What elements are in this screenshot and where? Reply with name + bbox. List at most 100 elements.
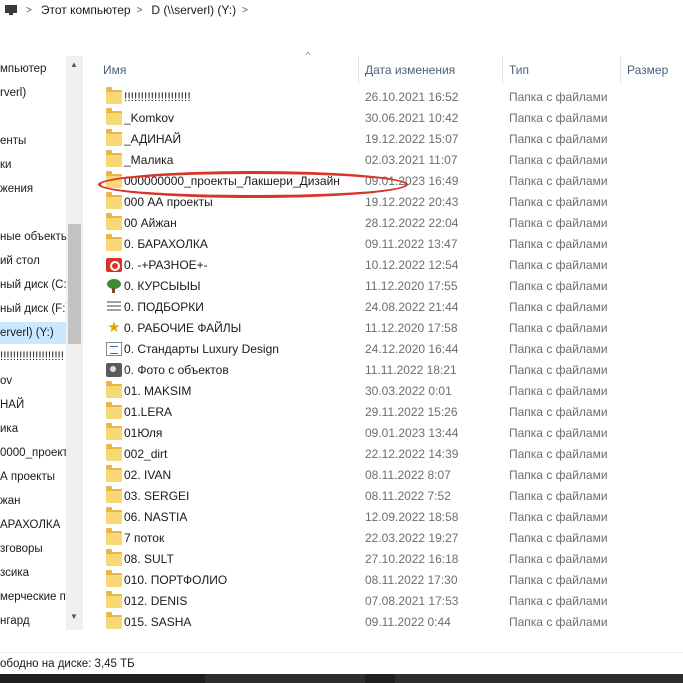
file-type: Папка с файлами: [509, 342, 608, 356]
nav-item[interactable]: ные объекты: [0, 226, 69, 248]
file-row[interactable]: 000000000_проекты_Лакшери_Дизайн 09.01.20…: [84, 171, 683, 192]
file-name: 012. DENIS: [124, 594, 188, 608]
file-date: 12.09.2022 18:58: [365, 510, 459, 524]
breadcrumb-this-pc[interactable]: Этот компьютер: [41, 3, 131, 17]
nav-item[interactable]: ный диск (C:: [0, 274, 67, 296]
file-type: Папка с файлами: [509, 489, 608, 503]
list-icon: [106, 300, 122, 314]
nav-item[interactable]: жан: [0, 490, 20, 512]
file-list[interactable]: !!!!!!!!!!!!!!!!!!!! 26.10.2021 16:52 Папк…: [84, 87, 683, 630]
file-type: Папка с файлами: [509, 300, 608, 314]
column-type[interactable]: Тип: [503, 56, 621, 84]
file-row[interactable]: 002_dirt 22.12.2022 14:39 Папка с файлами: [84, 444, 683, 465]
file-name: 06. NASTIA: [124, 510, 188, 524]
file-name: 03. SERGEI: [124, 489, 190, 503]
file-row[interactable]: 0. Фото с объектов 11.11.2022 18:21 Папка …: [84, 360, 683, 381]
file-date: 26.10.2021 16:52: [365, 90, 459, 104]
column-name[interactable]: Имя: [84, 56, 359, 84]
nav-item[interactable]: !!!!!!!!!!!!!!!!!!!!: [0, 346, 64, 368]
file-type: Папка с файлами: [509, 174, 608, 188]
file-row[interactable]: 01. MAKSIM 30.03.2022 0:01 Папка с файлами: [84, 381, 683, 402]
file-row[interactable]: _АДИНАЙ 19.12.2022 15:07 Папка с файлами: [84, 129, 683, 150]
folder-icon: [106, 570, 122, 587]
file-type: Папка с файлами: [509, 258, 608, 272]
folder-icon: [106, 528, 122, 545]
file-date: 09.01.2023 13:44: [365, 426, 459, 440]
file-row[interactable]: 06. NASTIA 12.09.2022 18:58 Папка с файлам…: [84, 507, 683, 528]
file-name: 000000000_проекты_Лакшери_Дизайн: [124, 174, 340, 188]
file-row[interactable]: 015. SASHA 09.11.2022 0:44 Папка с файлами: [84, 612, 683, 630]
file-row[interactable]: 0. -+РАЗНОЕ+- 10.12.2022 12:54 Папка с фай…: [84, 255, 683, 276]
file-row[interactable]: 01.LERA 29.11.2022 15:26 Папка с файлами: [84, 402, 683, 423]
nav-scrollbar[interactable]: ▲ ▼: [66, 56, 83, 630]
nav-item[interactable]: жения: [0, 178, 33, 200]
file-row[interactable]: 08. SULT 27.10.2022 16:18 Папка с файлами: [84, 549, 683, 570]
file-row[interactable]: _Komkov 30.06.2021 10:42 Папка с файлами: [84, 108, 683, 129]
file-row[interactable]: 0. КУРСЫЫЫ 11.12.2020 17:55 Папка с файлам…: [84, 276, 683, 297]
file-row[interactable]: 0. ПОДБОРКИ 24.08.2022 21:44 Папка с файла…: [84, 297, 683, 318]
nav-item[interactable]: erverl) (Y:): [0, 322, 66, 344]
file-row[interactable]: 0. Стандарты Luxury Design 24.12.2020 16:…: [84, 339, 683, 360]
file-type: Папка с файлами: [509, 384, 608, 398]
nav-item[interactable]: ика: [0, 418, 18, 440]
file-row[interactable]: 7 поток 22.03.2022 19:27 Папка с файлами: [84, 528, 683, 549]
nav-item[interactable]: АРАХОЛКА: [0, 514, 60, 536]
folder-icon: [106, 171, 122, 188]
nav-item[interactable]: нгард: [0, 610, 30, 630]
file-name: 7 поток: [124, 531, 165, 545]
file-row[interactable]: !!!!!!!!!!!!!!!!!!!! 26.10.2021 16:52 Папк…: [84, 87, 683, 108]
nav-item[interactable]: НАЙ: [0, 394, 24, 416]
file-row[interactable]: 00 Айжан 28.12.2022 22:04 Папка с файлами: [84, 213, 683, 234]
column-size[interactable]: Размер: [621, 56, 683, 84]
nav-item[interactable]: мерческие пр: [0, 586, 72, 608]
file-type: Папка с файлами: [509, 237, 608, 251]
chevron-right-icon[interactable]: >: [26, 5, 32, 16]
file-row[interactable]: 01Юля 09.01.2023 13:44 Папка с файлами: [84, 423, 683, 444]
chevron-right-icon[interactable]: >: [242, 5, 248, 16]
taskbar[interactable]: [0, 674, 683, 683]
file-name: 01Юля: [124, 426, 163, 440]
file-date: 11.11.2022 18:21: [365, 363, 457, 377]
file-row[interactable]: 010. ПОРТФОЛИО 08.11.2022 17:30 Папка с фа…: [84, 570, 683, 591]
file-name: 0. Стандарты Luxury Design: [124, 342, 279, 356]
nav-item[interactable]: rverl): [0, 82, 26, 104]
folder-icon: [106, 507, 122, 524]
file-date: 19.12.2022 20:43: [365, 195, 459, 209]
file-date: 11.12.2020 17:55: [365, 279, 458, 293]
file-row[interactable]: 02. IVAN 08.11.2022 8:07 Папка с файлами: [84, 465, 683, 486]
nav-item[interactable]: ки: [0, 154, 11, 176]
chevron-right-icon[interactable]: >: [137, 5, 143, 16]
file-row[interactable]: 0. БАРАХОЛКА 09.11.2022 13:47 Папка с файл…: [84, 234, 683, 255]
file-row[interactable]: _Малика 02.03.2021 11:07 Папка с файлами: [84, 150, 683, 171]
taskbar-button[interactable]: [395, 674, 683, 683]
nav-item[interactable]: зговоры: [0, 538, 43, 560]
nav-item[interactable]: 0000_проекть: [0, 442, 74, 464]
file-date: 10.12.2022 12:54: [365, 258, 459, 272]
scroll-thumb[interactable]: [68, 224, 81, 344]
breadcrumb-drive[interactable]: D (\\serverl) (Y:): [151, 3, 236, 17]
file-row[interactable]: 000 АА проекты 19.12.2022 20:43 Папка с фа…: [84, 192, 683, 213]
file-row[interactable]: 03. SERGEI 08.11.2022 7:52 Папка с файлами: [84, 486, 683, 507]
nav-item[interactable]: мпьютер: [0, 58, 46, 80]
file-type: Папка с файлами: [509, 447, 608, 461]
address-bar[interactable]: > Этот компьютер > D (\\serverl) (Y:) >: [0, 0, 683, 20]
file-type: Папка с файлами: [509, 573, 608, 587]
nav-item[interactable]: ий стол: [0, 250, 40, 272]
file-date: 09.11.2022 0:44: [365, 615, 451, 629]
file-row[interactable]: ★ 0. РАБОЧИЕ ФАЙЛЫ 11.12.2020 17:58 Папка с…: [84, 318, 683, 339]
nav-item[interactable]: ov: [0, 370, 12, 392]
file-name: _АДИНАЙ: [124, 132, 182, 146]
nav-item[interactable]: енты: [0, 130, 26, 152]
file-name: 01. MAKSIM: [124, 384, 192, 398]
taskbar-button[interactable]: [205, 674, 365, 683]
scroll-down-icon[interactable]: ▼: [70, 612, 78, 621]
file-type: Папка с файлами: [509, 153, 608, 167]
tree-icon: [106, 279, 122, 293]
column-date[interactable]: Дата изменения: [359, 56, 503, 84]
nav-item[interactable]: А проекты: [0, 466, 55, 488]
nav-item[interactable]: зсика: [0, 562, 29, 584]
file-row[interactable]: 012. DENIS 07.08.2021 17:53 Папка с файлам…: [84, 591, 683, 612]
file-name: 0. -+РАЗНОЕ+-: [124, 258, 208, 272]
nav-item[interactable]: ный диск (F:): [0, 298, 69, 320]
scroll-up-icon[interactable]: ▲: [70, 60, 78, 69]
